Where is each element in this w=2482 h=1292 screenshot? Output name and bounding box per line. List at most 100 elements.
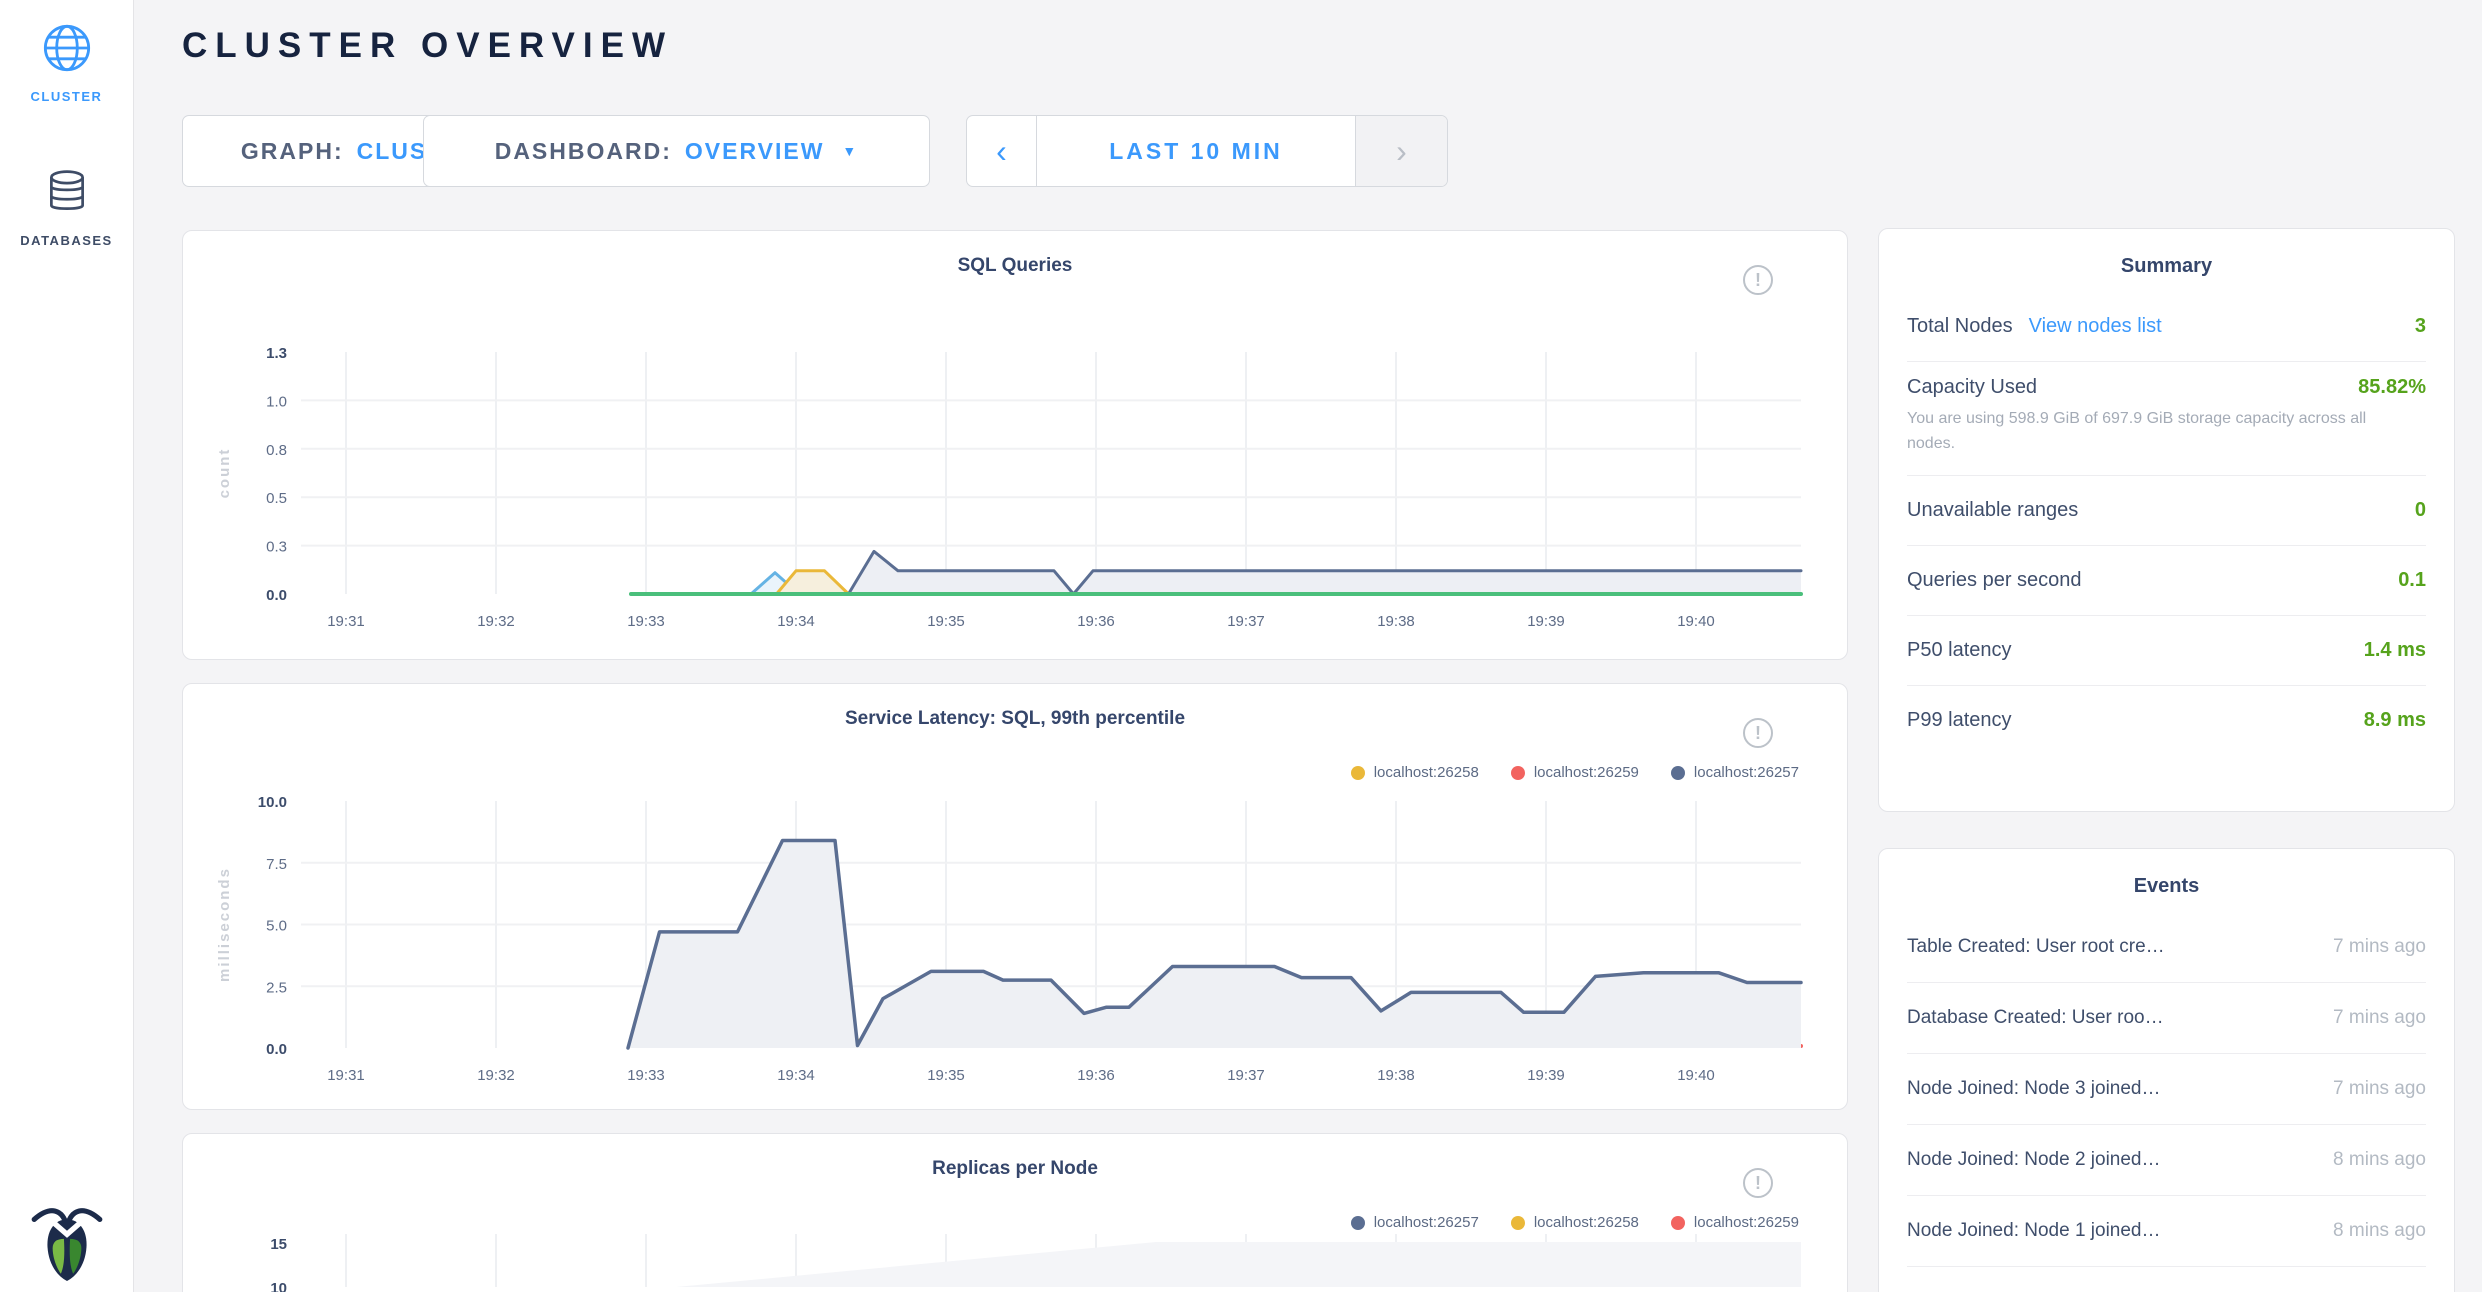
x-tick-label: 19:32: [477, 613, 515, 630]
legend-label: localhost:26259: [1534, 764, 1639, 781]
legend-label: localhost:26259: [1694, 1214, 1799, 1231]
dashboard-dropdown-value: OVERVIEW: [685, 138, 825, 165]
x-tick-label: 19:31: [327, 1067, 365, 1084]
event-text: Node Joined: Node 1 joined…: [1907, 1220, 2161, 1242]
chevron-left-icon: ‹: [996, 133, 1007, 170]
summary-row: Unavailable ranges 0: [1907, 476, 2426, 546]
chevron-right-icon: ›: [1396, 133, 1407, 170]
y-axis-unit-label: milliseconds: [216, 867, 233, 982]
y-tick-label: 5.0: [266, 918, 287, 935]
legend-dot-icon: [1351, 1216, 1365, 1230]
info-icon[interactable]: !: [1743, 265, 1773, 295]
y-tick-label: 2.5: [266, 979, 287, 996]
y-tick-label: 10: [270, 1280, 287, 1292]
y-tick-label: 7.5: [266, 856, 287, 873]
summary-row-value: 1.4 ms: [2364, 639, 2426, 662]
event-text: Table Created: User root cre…: [1907, 936, 2165, 958]
replicas-per-node-card: Replicas per Node ! localhost:26257local…: [182, 1133, 1848, 1292]
x-tick-label: 19:34: [777, 1067, 815, 1084]
event-row: Node Joined: Node 3 joined…7 mins ago: [1907, 1054, 2426, 1125]
legend-dot-icon: [1351, 766, 1365, 780]
legend-item: localhost:26259: [1511, 764, 1639, 781]
service-latency-card: Service Latency: SQL, 99th percentile ! …: [182, 683, 1848, 1110]
legend-item: localhost:26257: [1671, 764, 1799, 781]
globe-icon: [41, 22, 93, 74]
time-range-selector: ‹ LAST 10 MIN ›: [966, 115, 1448, 187]
x-tick-label: 19:40: [1677, 1067, 1715, 1084]
events-list: Table Created: User root cre…7 mins agoD…: [1879, 912, 2454, 1267]
x-tick-label: 19:36: [1077, 613, 1115, 630]
event-row: Database Created: User roo… 7 mins ago: [1907, 983, 2426, 1054]
info-icon[interactable]: !: [1743, 718, 1773, 748]
sql-queries-chart[interactable]: 19:3119:3219:3319:3419:3519:3619:3719:38…: [183, 337, 1847, 649]
y-tick-label: 1.0: [266, 393, 287, 410]
event-text: Database Created: User roo…: [1907, 1007, 2164, 1029]
x-tick-label: 19:31: [327, 613, 365, 630]
dashboard-dropdown[interactable]: DASHBOARD: OVERVIEW ▼: [423, 115, 930, 187]
summary-rows: Total NodesView nodes list3Capacity Used…: [1879, 292, 2454, 756]
y-tick-label: 0.0: [266, 587, 287, 604]
summary-row: P99 latency 8.9 ms: [1907, 686, 2426, 756]
summary-panel: Summary Total NodesView nodes list3Capac…: [1878, 228, 2455, 812]
summary-row-label: P99 latency: [1907, 709, 2012, 732]
x-tick-label: 19:38: [1377, 1067, 1415, 1084]
x-tick-label: 19:39: [1527, 1067, 1565, 1084]
x-tick-label: 19:36: [1077, 1067, 1115, 1084]
summary-row-subtext: You are using 598.9 GiB of 697.9 GiB sto…: [1907, 407, 2377, 457]
graph-dropdown-prefix: GRAPH:: [241, 138, 344, 165]
sidebar: CLUSTER DATABASES: [0, 0, 134, 1292]
legend-item: localhost:26257: [1351, 1214, 1479, 1231]
info-icon[interactable]: !: [1743, 1168, 1773, 1198]
page-title: CLUSTER OVERVIEW: [182, 26, 673, 66]
x-tick-label: 19:38: [1377, 613, 1415, 630]
service-latency-chart[interactable]: 19:3119:3219:3319:3419:3519:3619:3719:38…: [183, 784, 1847, 1106]
event-time: 8 mins ago: [2313, 1149, 2426, 1171]
summary-row-value: 8.9 ms: [2364, 709, 2426, 732]
time-range-label[interactable]: LAST 10 MIN: [1037, 116, 1355, 186]
database-icon: [42, 168, 92, 218]
event-time: 7 mins ago: [2313, 1007, 2426, 1029]
legend-label: localhost:26257: [1374, 1214, 1479, 1231]
chart-title: Service Latency: SQL, 99th percentile: [183, 708, 1847, 730]
legend-label: localhost:26258: [1374, 764, 1479, 781]
event-row: Node Joined: Node 2 joined…8 mins ago: [1907, 1125, 2426, 1196]
y-tick-label: 10.0: [258, 794, 287, 811]
view-nodes-list-link[interactable]: View nodes list: [2029, 315, 2162, 338]
chart-legend: localhost:26257localhost:26258localhost:…: [1351, 1214, 1799, 1231]
summary-row-label: Total Nodes: [1907, 315, 2013, 338]
summary-row-value: 0: [2415, 499, 2426, 522]
sidebar-item-label: DATABASES: [0, 233, 133, 248]
y-tick-label: 0.8: [266, 442, 287, 459]
time-range-next-button[interactable]: ›: [1355, 116, 1447, 186]
summary-row-label: Unavailable ranges: [1907, 499, 2078, 522]
sidebar-item-cluster[interactable]: CLUSTER: [0, 22, 133, 104]
summary-row: Total NodesView nodes list3: [1907, 292, 2426, 362]
dashboard-dropdown-prefix: DASHBOARD:: [495, 138, 672, 165]
cluster-overview-page: CLUSTER DATABASES CLUSTER: [0, 0, 2482, 1292]
summary-row-value: 0.1: [2398, 569, 2426, 592]
event-text: Node Joined: Node 3 joined…: [1907, 1078, 2161, 1100]
sidebar-item-databases[interactable]: DATABASES: [0, 168, 133, 248]
legend-dot-icon: [1511, 1216, 1525, 1230]
x-tick-label: 19:32: [477, 1067, 515, 1084]
y-tick-label: 0.3: [266, 539, 287, 556]
legend-dot-icon: [1671, 766, 1685, 780]
cockroach-logo[interactable]: [0, 1203, 133, 1288]
caret-down-icon: ▼: [842, 143, 858, 159]
summary-row-label: P50 latency: [1907, 639, 2012, 662]
y-tick-label: 0.5: [266, 490, 287, 507]
cockroach-icon: [30, 1203, 104, 1283]
replicas-per-node-chart[interactable]: 19:3119:3219:3319:3419:3519:3619:3719:38…: [183, 1234, 1847, 1292]
y-tick-label: 1.3: [266, 345, 287, 362]
y-axis-unit-label: count: [216, 448, 233, 499]
event-row: Table Created: User root cre…7 mins ago: [1907, 912, 2426, 983]
time-range-prev-button[interactable]: ‹: [967, 116, 1037, 186]
y-tick-label: 15: [270, 1236, 287, 1253]
x-tick-label: 19:37: [1227, 1067, 1265, 1084]
summary-title: Summary: [1879, 229, 2454, 278]
x-tick-label: 19:39: [1527, 613, 1565, 630]
event-time: 8 mins ago: [2313, 1220, 2426, 1242]
summary-row-label: Queries per second: [1907, 569, 2082, 592]
x-tick-label: 19:40: [1677, 613, 1715, 630]
sidebar-item-label: CLUSTER: [0, 89, 133, 104]
